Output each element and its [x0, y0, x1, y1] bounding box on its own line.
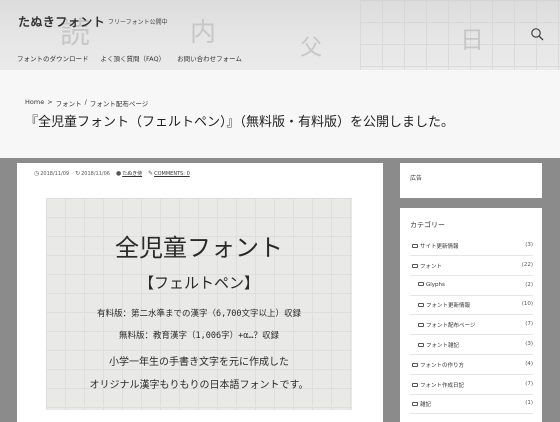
- category-item[interactable]: 雑記 (1): [410, 394, 533, 415]
- published-date-text: 2018/11/09: [40, 171, 70, 177]
- category-count: (7): [525, 380, 533, 387]
- clock-icon: ◷: [34, 170, 40, 177]
- category-item[interactable]: フォント雑記 (3): [410, 335, 533, 355]
- featured-image-line: 小学一年生の手書き文字を元に作成した: [109, 357, 289, 368]
- featured-image-line: オリジナル漢字もりもりの日本語フォントです。: [89, 380, 309, 391]
- breadcrumb-separator: >: [47, 98, 53, 106]
- user-icon: ●: [115, 170, 122, 177]
- breadcrumb-category[interactable]: フォント: [56, 98, 82, 108]
- category-label-text: フォント配布ページ: [426, 323, 476, 330]
- refresh-icon: ↻: [75, 170, 81, 177]
- folder-icon: [418, 281, 424, 286]
- category-label: フォント配布ページ: [418, 321, 475, 329]
- published-date: ◷2018/11/09: [34, 170, 69, 177]
- updated-date-text: 2018/11/06: [81, 171, 110, 177]
- category-count: (1): [525, 400, 533, 407]
- category-label: フォント雑記: [418, 341, 459, 349]
- header-background-glyph: 内: [190, 18, 217, 48]
- category-count: (3): [525, 242, 533, 248]
- nav-item-contact[interactable]: お問い合わせフォーム: [177, 53, 242, 63]
- featured-image-title: 全児童フォント: [115, 234, 283, 262]
- comments: ✎COMMENTS: 0: [148, 170, 190, 177]
- folder-icon: [412, 362, 418, 367]
- featured-image-subtitle: 【フェルトペン】: [138, 274, 259, 292]
- category-label-text: フォント更新情報: [426, 303, 471, 310]
- featured-image-line: 有料版：第二水準までの漢字（6,700文字以上）収録: [96, 309, 302, 319]
- page-title: 『全児童フォント（フェルトペン）』（無料版・有料版）を公開しました。: [25, 115, 455, 130]
- header-background-glyph: 父: [300, 36, 323, 61]
- category-label-text: サイト更新情報: [420, 244, 459, 250]
- nav-item-faq[interactable]: よく頂く質問（FAQ）: [101, 53, 166, 63]
- nav-item-download[interactable]: フォントのダウンロード: [17, 53, 89, 63]
- comments-link[interactable]: COMMENTS: 0: [154, 171, 190, 177]
- category-label-text: 雑記: [420, 402, 432, 409]
- category-label: Glyphs: [418, 281, 445, 288]
- category-label-text: フォント作成日記: [420, 382, 465, 389]
- updated-date: ↻2018/11/06: [75, 170, 110, 177]
- category-label: 雑記: [412, 400, 431, 408]
- category-label: フォント: [412, 262, 442, 270]
- folder-icon: [418, 343, 424, 347]
- category-count: (4): [525, 360, 533, 367]
- category-item[interactable]: フォント配布ページ (7): [410, 315, 533, 336]
- category-item[interactable]: フォントの作り方 (4): [410, 355, 533, 375]
- category-count: (22): [521, 261, 533, 268]
- header-background-glyph: 日: [460, 26, 484, 54]
- category-item[interactable]: サイト更新情報 (3): [410, 236, 533, 256]
- breadcrumb-separator: /: [84, 98, 87, 106]
- author-link[interactable]: たぬき侍: [122, 171, 142, 177]
- category-count: (3): [525, 341, 533, 347]
- main-nav: フォントのダウンロード よく頂く質問（FAQ） お問い合わせフォーム: [17, 53, 242, 63]
- folder-icon: [418, 323, 424, 328]
- folder-icon: [412, 382, 418, 387]
- category-item[interactable]: フォント更新情報 (10): [410, 295, 533, 316]
- category-count: (2): [525, 281, 533, 288]
- category-label: フォントの作り方: [412, 361, 464, 369]
- category-count: (10): [521, 301, 533, 308]
- folder-icon: [412, 402, 418, 407]
- folder-icon: [412, 244, 418, 248]
- category-item[interactable]: フォント (22): [410, 256, 533, 276]
- site-header: 読 内 父 日 たぬきフォント フリーフォント公開中 フォントのダウンロード よ…: [0, 0, 560, 70]
- category-label: フォント更新情報: [418, 301, 470, 309]
- search-icon[interactable]: [530, 27, 544, 41]
- featured-image-line: 無料版：教育漢字（1,006字）+α…？収録: [119, 331, 279, 341]
- site-description: フリーフォント公開中: [108, 19, 168, 26]
- category-label-text: フォントの作り方: [420, 362, 465, 369]
- category-label-text: フォント: [420, 263, 443, 270]
- breadcrumb-home[interactable]: Home: [25, 98, 44, 108]
- featured-image: 全児童フォント 【フェルトペン】 有料版：第二水準までの漢字（6,700文字以上…: [46, 198, 352, 410]
- category-count: (7): [525, 321, 533, 328]
- folder-icon: [412, 263, 418, 268]
- ad-label: 広告: [410, 175, 423, 182]
- author: ●たぬき侍: [116, 170, 142, 177]
- breadcrumb: Home > フォント / フォント配布ページ: [25, 98, 148, 108]
- category-label: フォント作成日記: [412, 381, 464, 389]
- category-label-text: Glyphs: [426, 281, 445, 288]
- category-label-text: フォント雑記: [426, 343, 460, 349]
- folder-icon: [418, 303, 424, 308]
- category-label: サイト更新情報: [412, 242, 459, 250]
- site-title[interactable]: たぬきフォント: [18, 13, 105, 30]
- breadcrumb-subcategory[interactable]: フォント配布ページ: [90, 98, 148, 108]
- comment-icon: ✎: [148, 170, 154, 177]
- category-item[interactable]: Glyphs (2): [410, 276, 533, 296]
- categories-title: カテゴリー: [410, 221, 445, 229]
- category-item[interactable]: フォント作成日記 (7): [410, 375, 533, 395]
- post-meta: ◷2018/11/09 ↻2018/11/06 ●たぬき侍 ✎COMMENTS:…: [34, 170, 190, 177]
